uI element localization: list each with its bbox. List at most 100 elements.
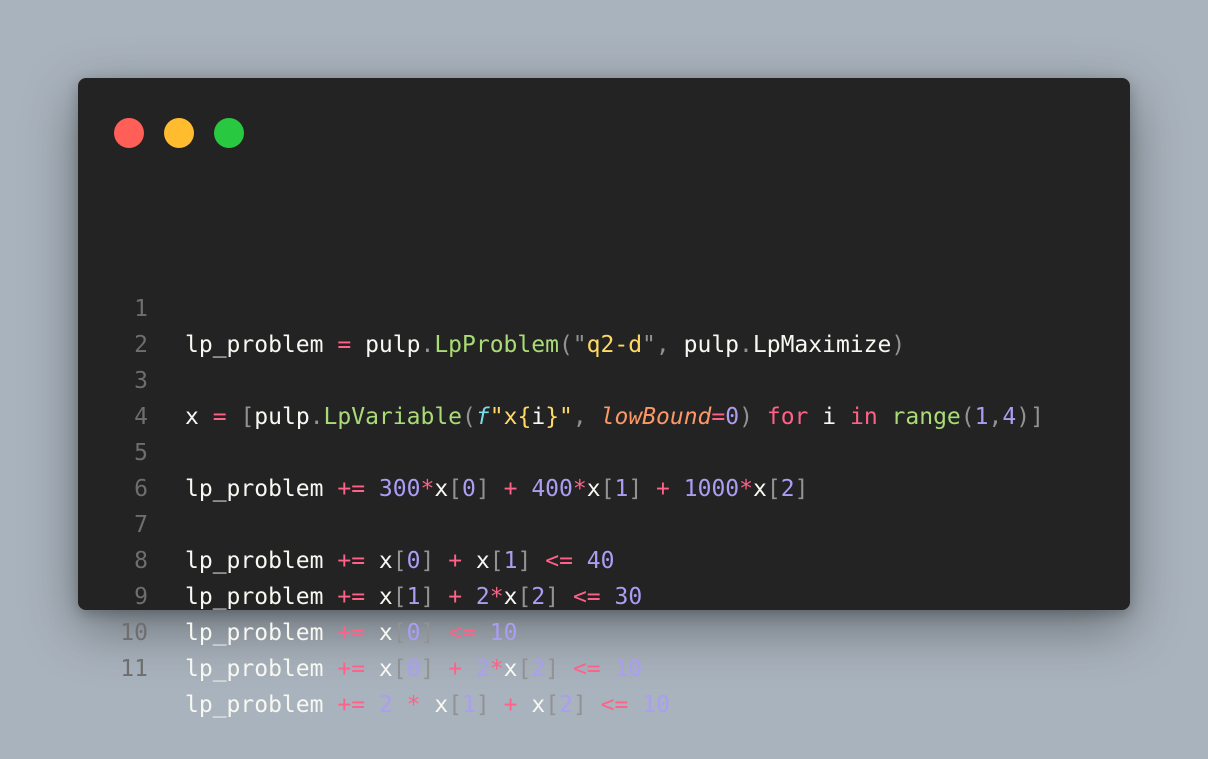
code-token: 2 [531,584,546,610]
code-token: ] [420,656,435,682]
code-token: LpMaximize [752,332,892,358]
code-token: [ [392,656,407,682]
code-line: 11 lp_problem += 2 * x[1] + x[2] <= 10 [78,615,670,718]
code-token: 2 [780,476,795,502]
code-token: [ [240,404,255,430]
zoom-button[interactable] [214,118,244,148]
code-token: lp_problem [185,476,324,502]
code-token: 400 [531,476,573,502]
code-token: " [572,332,587,358]
code-token: x [378,548,393,574]
code-token: 1 [406,584,421,610]
code-token: x [503,584,518,610]
code-token: = [337,332,352,358]
code-token: [ [392,548,407,574]
code-token: ( [462,404,476,430]
close-button[interactable] [114,118,144,148]
code-token: + [503,476,518,502]
code-token: 1 [503,548,518,574]
code-token: , [655,332,670,358]
code-token: += [337,656,366,682]
code-token: x [475,548,490,574]
code-token: += [337,620,366,646]
code-token: 2 [559,692,573,718]
code-token: 1 [614,476,629,502]
code-token: <= [600,692,629,718]
code-token: ) [891,332,906,358]
code-token: ] [420,548,435,574]
code-token: ] [420,584,435,610]
code-token: * [406,692,421,718]
code-token: * [739,476,753,502]
code-token: += [337,548,366,574]
code-token: ( [558,332,573,358]
code-token: . [739,332,753,358]
code-token: 0 [406,656,421,682]
code-token: i [531,404,546,430]
code-token: * [420,476,435,502]
code-token: ) [739,404,753,430]
code-token: x [531,692,546,718]
code-token: x [185,404,199,430]
code-token: x [378,584,393,610]
code-token: = [212,404,227,430]
code-token: 0 [725,404,740,430]
code-token: LpProblem [434,332,559,358]
line-source: lp_problem += x[0] + 2*x[2] <= 10 [185,651,642,687]
code-token: 1 [462,692,476,718]
code-token: ) [1016,404,1031,430]
code-line: 8 lp_problem += x[1] + 2*x[2] <= 30 [78,507,642,610]
code-token: for [766,404,809,430]
code-token: lp_problem [185,332,324,358]
line-source: lp_problem += x[0] <= 10 [185,615,517,651]
code-token: range [891,404,961,430]
code-token: 1 [974,404,989,430]
code-token: [ [448,692,463,718]
code-token: [ [448,476,463,502]
code-token: 2 [475,656,490,682]
code-token: 2 [378,692,393,718]
code-token: lp_problem [185,620,324,646]
code-token: " [489,404,504,430]
code-token: x [378,656,393,682]
code-token: lowBound [600,404,712,430]
code-token: { [517,404,532,430]
code-token: * [489,656,504,682]
code-token: x [378,620,393,646]
minimize-button[interactable] [164,118,194,148]
code-token: + [448,656,463,682]
code-token: [ [517,584,532,610]
code-token: ] [475,692,490,718]
line-number: 11 [120,656,148,682]
code-token: 2 [531,656,546,682]
